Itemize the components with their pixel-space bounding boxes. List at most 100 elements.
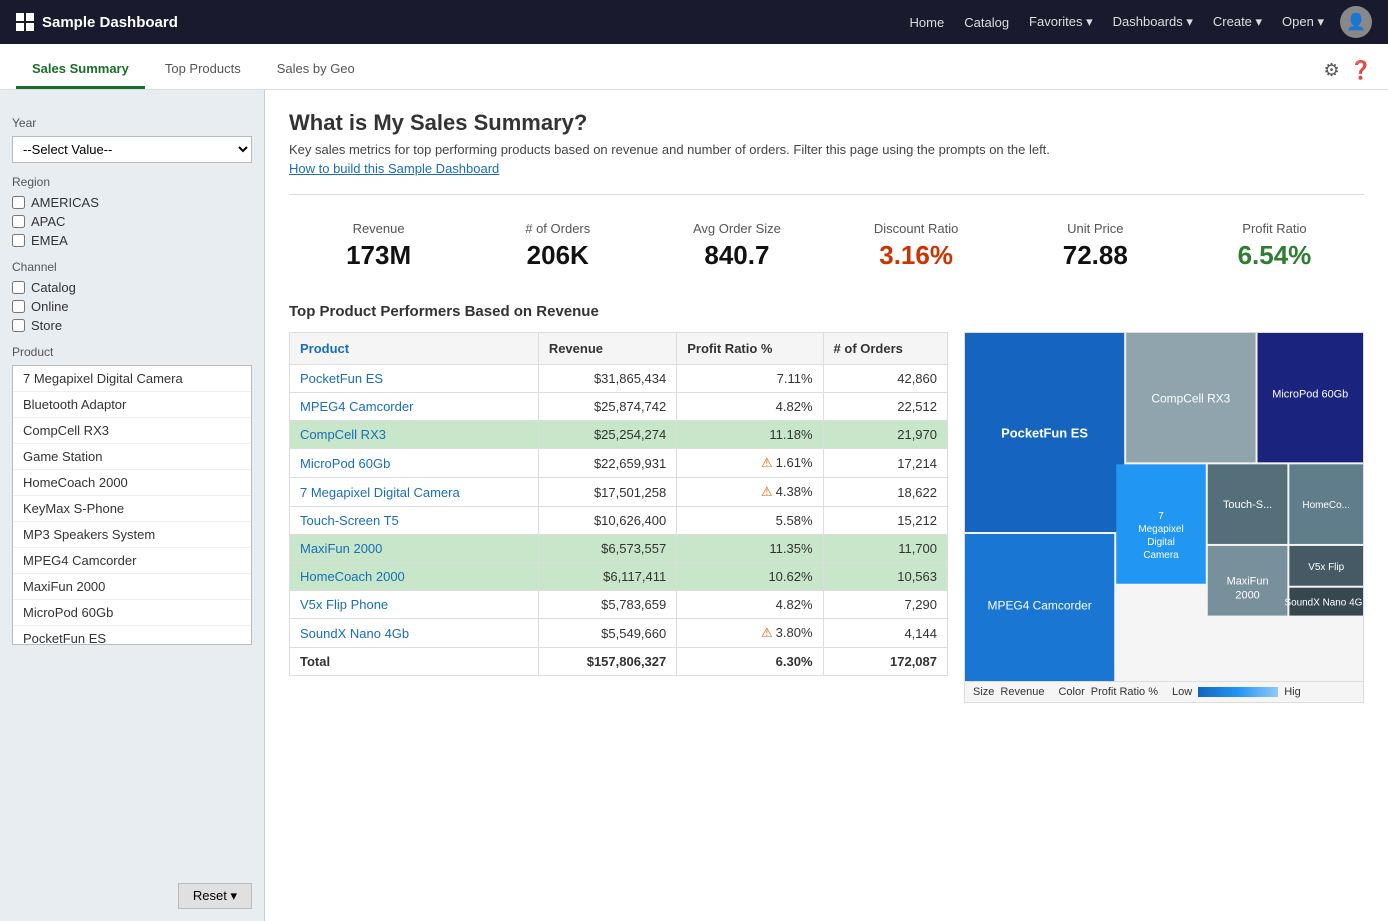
total-profit: 6.30% xyxy=(677,648,823,676)
table-row-profit: ⚠4.38% xyxy=(677,478,823,507)
list-item[interactable]: Game Station xyxy=(13,444,251,470)
warn-icon: ⚠ xyxy=(761,484,773,499)
tab-sales-by-geo[interactable]: Sales by Geo xyxy=(261,51,371,89)
table-row-orders: 21,970 xyxy=(823,421,947,449)
avatar[interactable]: 👤 xyxy=(1340,6,1372,38)
high-label: Hig xyxy=(1284,686,1301,698)
content-area: What is My Sales Summary? Key sales metr… xyxy=(265,90,1388,921)
table-row-orders: 18,622 xyxy=(823,478,947,507)
svg-text:2000: 2000 xyxy=(1235,590,1259,602)
year-select[interactable]: --Select Value-- xyxy=(12,136,252,163)
table-row-profit: 11.18% xyxy=(677,421,823,449)
table-row-product[interactable]: MicroPod 60Gb xyxy=(290,449,539,478)
svg-text:PocketFun ES: PocketFun ES xyxy=(1001,425,1088,440)
product-table: Product Revenue Profit Ratio % # of Orde… xyxy=(289,332,948,703)
nav-dashboards[interactable]: Dashboards ▾ xyxy=(1113,14,1193,30)
color-value: Profit Ratio % xyxy=(1091,686,1158,698)
table-row-product[interactable]: 7 Megapixel Digital Camera xyxy=(290,478,539,507)
nav-catalog[interactable]: Catalog xyxy=(964,15,1009,30)
table-row-revenue: $25,874,742 xyxy=(538,393,676,421)
table-row-orders: 4,144 xyxy=(823,619,947,648)
nav-create[interactable]: Create ▾ xyxy=(1213,14,1262,30)
total-label: Total xyxy=(290,648,539,676)
table-row-product[interactable]: CompCell RX3 xyxy=(290,421,539,449)
channel-catalog[interactable]: Catalog xyxy=(12,280,252,295)
settings-icon[interactable]: ⚙ xyxy=(1323,60,1339,81)
total-orders: 172,087 xyxy=(823,648,947,676)
table-row-profit: 11.35% xyxy=(677,535,823,563)
table-row-orders: 17,214 xyxy=(823,449,947,478)
list-item[interactable]: HomeCoach 2000 xyxy=(13,470,251,496)
list-item[interactable]: MPEG4 Camcorder xyxy=(13,548,251,574)
table-row-revenue: $25,254,274 xyxy=(538,421,676,449)
table-row-product[interactable]: Touch-Screen T5 xyxy=(290,507,539,535)
table-row-product[interactable]: MPEG4 Camcorder xyxy=(290,393,539,421)
table-row-product[interactable]: V5x Flip Phone xyxy=(290,591,539,619)
channel-online[interactable]: Online xyxy=(12,299,252,314)
color-label: Color xyxy=(1058,686,1084,698)
list-item[interactable]: MaxiFun 2000 xyxy=(13,574,251,600)
table-row-product[interactable]: HomeCoach 2000 xyxy=(290,563,539,591)
list-item[interactable]: MP3 Speakers System xyxy=(13,522,251,548)
table-row-revenue: $5,549,660 xyxy=(538,619,676,648)
table-row-profit: 5.58% xyxy=(677,507,823,535)
sidebar-reset-area: Reset ▾ xyxy=(178,883,252,909)
sidebar: Year --Select Value-- Region AMERICAS AP… xyxy=(0,90,265,921)
list-item[interactable]: MicroPod 60Gb xyxy=(13,600,251,626)
low-label: Low xyxy=(1172,686,1192,698)
table-row-profit: 4.82% xyxy=(677,591,823,619)
channel-store[interactable]: Store xyxy=(12,318,252,333)
col-revenue: Revenue xyxy=(538,333,676,365)
year-label: Year xyxy=(12,116,252,130)
list-item[interactable]: PocketFun ES xyxy=(13,626,251,645)
table-row-orders: 22,512 xyxy=(823,393,947,421)
app-logo: Sample Dashboard xyxy=(16,13,910,31)
table-row-product[interactable]: SoundX Nano 4Gb xyxy=(290,619,539,648)
tabbar: Sales Summary Top Products Sales by Geo … xyxy=(0,44,1388,90)
page-title: What is My Sales Summary? xyxy=(289,110,1364,136)
reset-button[interactable]: Reset ▾ xyxy=(178,883,252,909)
table-row-revenue: $17,501,258 xyxy=(538,478,676,507)
tab-icons: ⚙ ❓ xyxy=(1323,60,1372,89)
nav-favorites[interactable]: Favorites ▾ xyxy=(1029,14,1093,30)
list-item[interactable]: CompCell RX3 xyxy=(13,418,251,444)
warn-icon: ⚠ xyxy=(761,625,773,640)
product-list[interactable]: 7 Megapixel Digital Camera Bluetooth Ada… xyxy=(12,365,252,645)
help-icon[interactable]: ❓ xyxy=(1350,60,1372,81)
table-row-product[interactable]: MaxiFun 2000 xyxy=(290,535,539,563)
channel-checkboxes: Catalog Online Store xyxy=(12,280,252,333)
treemap-svg: PocketFun ES CompCell RX3 MicroPod 60Gb … xyxy=(965,333,1363,681)
tab-top-products[interactable]: Top Products xyxy=(149,51,257,89)
col-orders: # of Orders xyxy=(823,333,947,365)
table-row-revenue: $22,659,931 xyxy=(538,449,676,478)
table-row-revenue: $6,117,411 xyxy=(538,563,676,591)
svg-text:Touch-S...: Touch-S... xyxy=(1223,499,1272,511)
table-row-profit: 4.82% xyxy=(677,393,823,421)
table-row-orders: 42,860 xyxy=(823,365,947,393)
metric-avg-order: Avg Order Size 840.7 xyxy=(647,213,826,279)
svg-text:MicroPod 60Gb: MicroPod 60Gb xyxy=(1272,389,1348,401)
tab-sales-summary[interactable]: Sales Summary xyxy=(16,51,145,89)
region-emea[interactable]: EMEA xyxy=(12,233,252,248)
grid-icon xyxy=(16,13,34,31)
table-row-profit: 7.11% xyxy=(677,365,823,393)
list-item[interactable]: KeyMax S-Phone xyxy=(13,496,251,522)
svg-text:MPEG4 Camcorder: MPEG4 Camcorder xyxy=(988,599,1092,613)
metric-discount: Discount Ratio 3.16% xyxy=(827,213,1006,279)
table-row-orders: 15,212 xyxy=(823,507,947,535)
nav-open[interactable]: Open ▾ xyxy=(1282,14,1324,30)
region-apac[interactable]: APAC xyxy=(12,214,252,229)
nav-home[interactable]: Home xyxy=(910,15,945,30)
metric-orders: # of Orders 206K xyxy=(468,213,647,279)
treemap-container: PocketFun ES CompCell RX3 MicroPod 60Gb … xyxy=(964,332,1364,703)
region-americas[interactable]: AMERICAS xyxy=(12,195,252,210)
legend-gradient xyxy=(1198,687,1278,697)
table-row-product[interactable]: PocketFun ES xyxy=(290,365,539,393)
table-row-profit: ⚠1.61% xyxy=(677,449,823,478)
list-item[interactable]: Bluetooth Adaptor xyxy=(13,392,251,418)
svg-text:Camera: Camera xyxy=(1143,550,1179,561)
region-label: Region xyxy=(12,175,252,189)
table-and-chart: Product Revenue Profit Ratio % # of Orde… xyxy=(289,332,1364,703)
list-item[interactable]: 7 Megapixel Digital Camera xyxy=(13,366,251,392)
build-link[interactable]: How to build this Sample Dashboard xyxy=(289,161,499,176)
